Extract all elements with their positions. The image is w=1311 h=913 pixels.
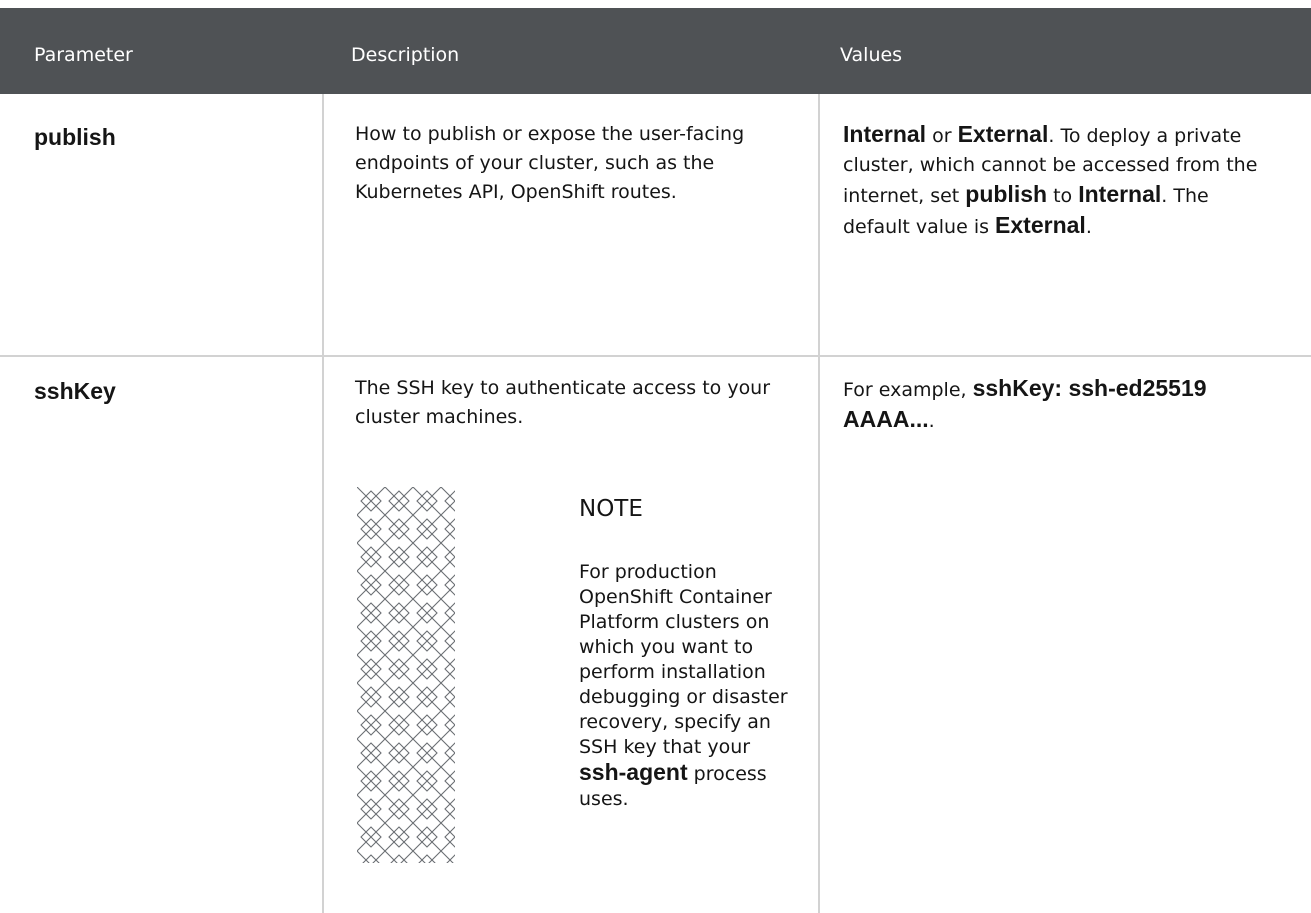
code-ssh-agent: ssh-agent <box>579 759 688 785</box>
text: or <box>926 125 958 147</box>
description-publish: How to publish or expose the user-facing… <box>355 123 745 203</box>
header-description: Description <box>351 44 460 66</box>
code-external: External <box>995 212 1086 238</box>
header-values: Values <box>840 44 903 66</box>
row-divider <box>0 355 1311 357</box>
param-publish: publish <box>34 124 116 150</box>
text: . <box>1085 216 1092 238</box>
param-sshkey: sshKey <box>34 378 116 404</box>
column-divider <box>322 94 324 913</box>
text: For production OpenShift Container Platf… <box>579 561 788 758</box>
header-parameter: Parameter <box>34 44 133 66</box>
text: . <box>928 410 935 432</box>
values-sshkey: For example, sshKey: ssh-ed25519 AAAA...… <box>843 374 1283 436</box>
description-sshkey: The SSH key to authenticate access to yo… <box>355 377 771 428</box>
code-internal: Internal <box>843 121 927 147</box>
note-body: For production OpenShift Container Platf… <box>579 560 799 812</box>
table-header: Parameter Description Values <box>0 8 1311 94</box>
code-publish: publish <box>965 181 1048 207</box>
code-internal: Internal <box>1078 181 1162 207</box>
text: For example, <box>843 379 973 401</box>
note-title: NOTE <box>579 496 643 522</box>
column-divider <box>818 94 820 913</box>
code-external: External <box>957 121 1049 147</box>
values-publish: Internal or External. To deploy a privat… <box>843 120 1263 242</box>
text: to <box>1047 185 1079 207</box>
note-pattern-icon <box>357 487 455 863</box>
